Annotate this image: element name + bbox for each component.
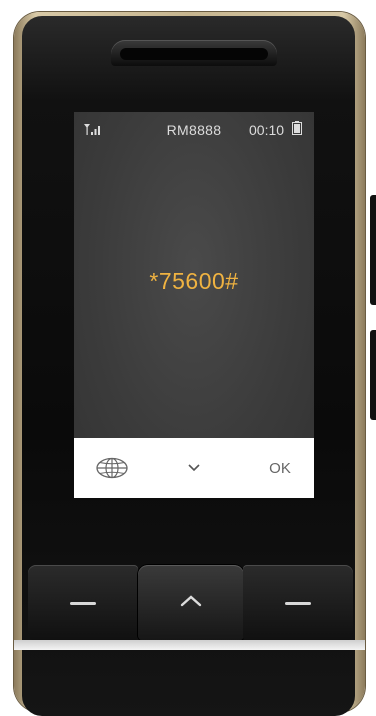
softkey-left[interactable] <box>84 438 140 498</box>
phone-bottom-edge <box>14 640 365 650</box>
chevron-up-icon <box>180 595 202 607</box>
battery-icon <box>292 121 302 135</box>
phone-screen: RM8888 00:10 *75600# OK <box>74 112 314 498</box>
right-soft-key[interactable] <box>243 565 353 641</box>
dash-icon <box>70 602 96 605</box>
dial-input-text: *75600# <box>149 268 239 294</box>
speaker-slot <box>120 48 268 60</box>
up-nav-key[interactable] <box>138 565 244 641</box>
left-soft-key[interactable] <box>28 565 138 641</box>
hardware-nav-keys <box>22 565 355 650</box>
side-power-button[interactable] <box>370 330 376 420</box>
chevron-down-icon <box>188 464 200 472</box>
status-bar: RM8888 00:10 <box>74 112 314 146</box>
side-volume-button[interactable] <box>370 195 376 305</box>
softkey-center[interactable] <box>164 438 224 498</box>
globe-icon <box>96 457 128 479</box>
softkey-ok[interactable]: OK <box>252 438 308 498</box>
clock-time: 00:10 <box>249 122 285 138</box>
softkey-bar: OK <box>74 438 314 498</box>
dash-icon <box>285 602 311 605</box>
